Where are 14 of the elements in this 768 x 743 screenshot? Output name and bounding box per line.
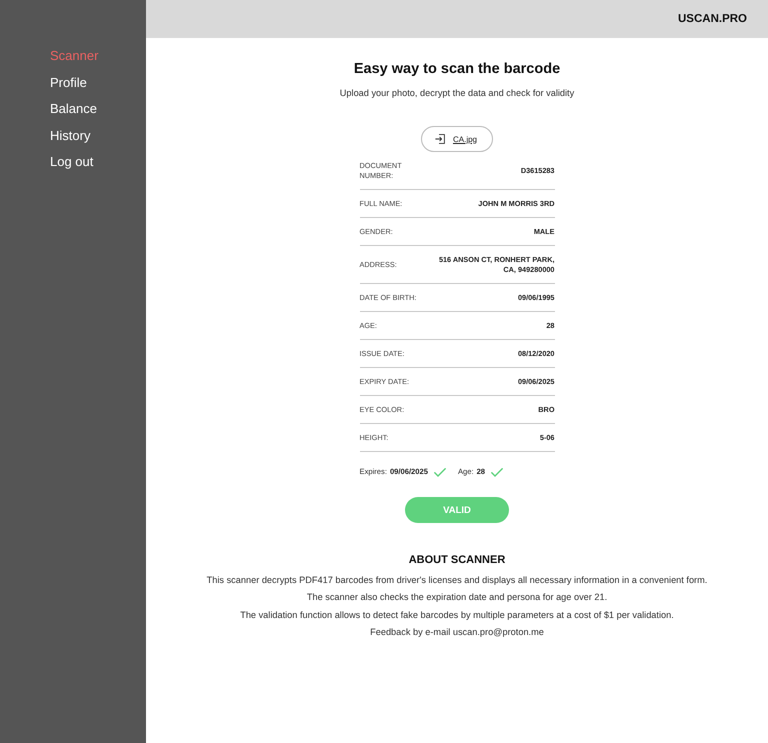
page-subtitle: Upload your photo, decrypt the data and check for validity — [340, 87, 574, 99]
brand-name: USCAN.PRO — [678, 13, 747, 25]
about-text: The scanner also checks the expiration date and persona for age over 21. — [306, 591, 608, 604]
about-text: The validation function allows to detect fake barcodes by multiple parameters at a cost of $1 per validation. — [240, 608, 674, 622]
sidebar-item[interactable]: Balance — [50, 96, 97, 122]
about-text: Feedback by e-mail uscan.pro@proton.me — [370, 626, 544, 640]
about-text: This scanner decrypts PDF417 barcodes from driver's licenses and displays all necessary information in a convenient form. — [206, 574, 708, 587]
about-title: ABOUT SCANNER — [408, 553, 506, 567]
arrow-into-box-icon — [434, 134, 445, 144]
sidebar-item[interactable]: Profile — [50, 70, 87, 96]
sidebar-item[interactable]: Log out — [50, 149, 94, 176]
sidebar-item[interactable]: History — [50, 122, 90, 149]
page-title: Easy way to scan the barcode — [354, 60, 560, 78]
file-button[interactable]: CA.jpg — [420, 126, 493, 152]
